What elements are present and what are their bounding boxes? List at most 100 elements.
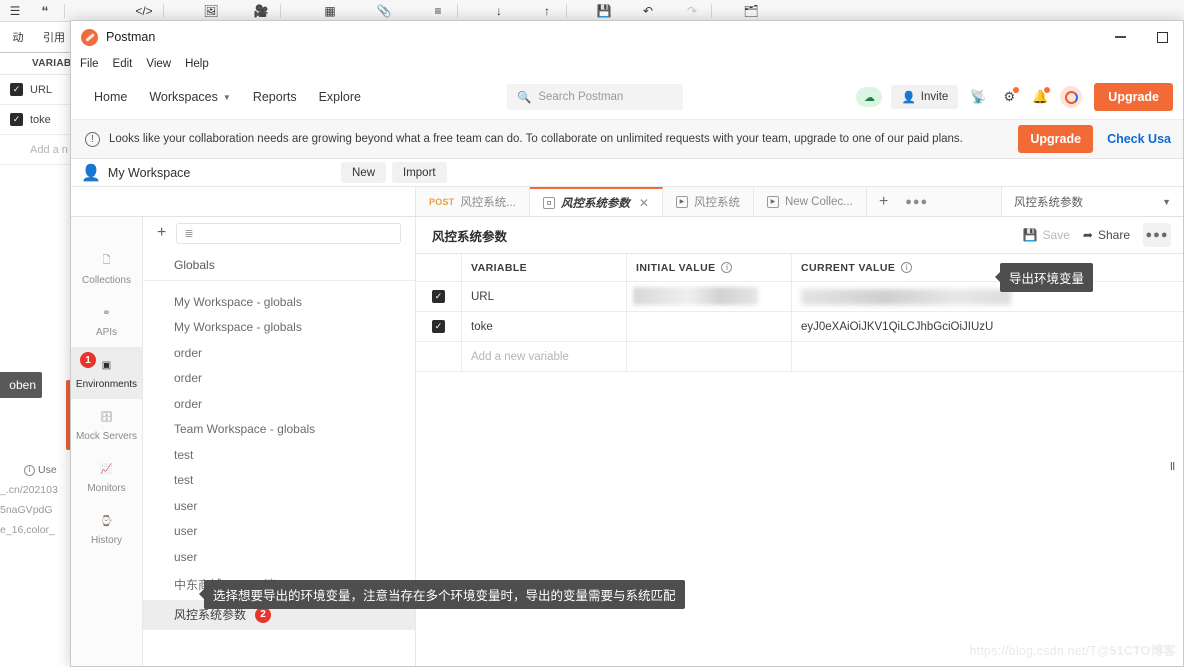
workspace-bar: 👤 My Workspace New Import: [71, 159, 1183, 187]
list-item[interactable]: user: [143, 493, 415, 519]
check-usage-link[interactable]: Check Usa: [1107, 132, 1171, 146]
sidebar-item-collections[interactable]: 🗋 Collections: [71, 243, 142, 295]
cloud-sync-icon[interactable]: ☁: [856, 87, 883, 107]
menu-edit[interactable]: Edit: [113, 58, 133, 70]
environment-name: test: [174, 447, 194, 462]
cell-initial-value[interactable]: [626, 312, 791, 341]
tab-collection-fengkong[interactable]: ▶ 风控系统: [662, 187, 754, 216]
cell-add-variable[interactable]: Add a new variable: [461, 342, 626, 371]
add-environment-icon[interactable]: +: [157, 224, 166, 242]
environment-selector[interactable]: 风控系统参数 ▼: [1001, 187, 1183, 216]
menu-file[interactable]: File: [80, 58, 99, 70]
search-input[interactable]: 🔍 Search Postman: [506, 84, 683, 110]
save-icon: 💾: [1022, 228, 1038, 242]
globals-row[interactable]: Globals: [143, 249, 415, 281]
checkbox-checked-icon[interactable]: ✓: [10, 113, 23, 126]
nav-reports[interactable]: Reports: [242, 90, 308, 104]
cell-initial-value[interactable]: http://1 .24:9501: [626, 282, 791, 311]
quote-icon[interactable]: “: [30, 1, 60, 21]
table-add-row[interactable]: Add a new variable: [416, 342, 1183, 372]
tab-label: 风控系统...: [460, 196, 516, 209]
new-button[interactable]: New: [341, 162, 387, 183]
list-icon[interactable]: ☰: [0, 1, 30, 21]
cell-current-value[interactable]: [791, 282, 1183, 311]
sidebar-item-mock-servers[interactable]: 🗄 Mock Servers: [71, 399, 142, 451]
code-icon[interactable]: </>: [129, 1, 159, 21]
list-item[interactable]: Team Workspace - globals: [143, 417, 415, 443]
list-item[interactable]: user: [143, 544, 415, 570]
close-icon[interactable]: ✕: [639, 196, 649, 210]
persist-all-label[interactable]: ll: [1170, 461, 1175, 473]
cell-initial-value[interactable]: [626, 342, 791, 371]
upgrade-button[interactable]: Upgrade: [1094, 83, 1173, 111]
cell-variable[interactable]: toke: [461, 312, 626, 341]
info-circle-icon[interactable]: i: [721, 262, 733, 273]
monitors-icon: 📈: [100, 464, 113, 475]
download-icon[interactable]: ↓: [484, 1, 514, 21]
tab-collection-new[interactable]: ▶ New Collec...: [753, 187, 867, 216]
attachment-icon[interactable]: 📎: [369, 1, 399, 21]
add-tab-icon[interactable]: +: [867, 187, 901, 216]
background-variable-name: URL: [30, 83, 53, 96]
more-options-icon[interactable]: ●●●: [1143, 223, 1171, 247]
filter-input[interactable]: ≣: [176, 222, 401, 244]
list-item[interactable]: order: [143, 340, 415, 366]
table-row[interactable]: ✓ toke eyJ0eXAiOiJKV1QiLCJhbGciOiJIUzU: [416, 312, 1183, 342]
list-item[interactable]: order: [143, 366, 415, 392]
nav-home[interactable]: Home: [83, 90, 138, 104]
environment-name: order: [174, 345, 203, 360]
tab-request-fengkong[interactable]: POST 风控系统...: [416, 187, 530, 216]
chevron-down-icon: ▼: [222, 92, 231, 102]
list-item[interactable]: test: [143, 442, 415, 468]
avatar[interactable]: [1060, 86, 1083, 108]
sidebar-item-label: Mock Servers: [75, 430, 138, 442]
tabs-more-icon[interactable]: ●●●: [901, 187, 933, 216]
split-icon[interactable]: 🗂: [736, 1, 766, 21]
list-item[interactable]: My Workspace - globals: [143, 315, 415, 341]
import-button[interactable]: Import: [392, 162, 447, 183]
video-icon[interactable]: 🎥: [246, 1, 276, 21]
menu-help[interactable]: Help: [185, 58, 209, 70]
cell-variable[interactable]: URL: [461, 282, 626, 311]
save-icon[interactable]: 💾: [589, 1, 619, 21]
bell-icon[interactable]: 🔔: [1029, 86, 1051, 108]
checkbox-checked-icon[interactable]: ✓: [432, 290, 445, 303]
list-item[interactable]: test: [143, 468, 415, 494]
image-icon[interactable]: 🖼: [196, 1, 226, 21]
redo-icon[interactable]: ↷: [677, 1, 707, 21]
minimize-button[interactable]: [1099, 21, 1141, 53]
workspace-selector[interactable]: 👤 My Workspace: [81, 163, 341, 183]
nav-workspaces[interactable]: Workspaces ▼: [138, 90, 241, 104]
sidebar-item-history[interactable]: ⌚ History: [71, 503, 142, 555]
list-item[interactable]: order: [143, 391, 415, 417]
background-add-variable-row[interactable]: Add a n: [0, 135, 72, 165]
undo-icon[interactable]: ↶: [633, 1, 663, 21]
banner-upgrade-button[interactable]: Upgrade: [1018, 125, 1094, 153]
info-circle-icon[interactable]: i: [901, 262, 913, 273]
checkbox-checked-icon[interactable]: ✓: [10, 83, 23, 96]
sidebar-item-monitors[interactable]: 📈 Monitors: [71, 451, 142, 503]
sidebar-item-environments[interactable]: 1 ▣ Environments: [71, 347, 142, 399]
share-button[interactable]: ➦ Share: [1083, 228, 1130, 242]
invite-button[interactable]: 👤 Invite: [891, 85, 959, 109]
list-item[interactable]: user: [143, 519, 415, 545]
align-icon[interactable]: ≡: [423, 1, 453, 21]
satellite-icon[interactable]: 📡: [967, 86, 989, 108]
list-item[interactable]: My Workspace - globals: [143, 289, 415, 315]
checkbox-checked-icon[interactable]: ✓: [432, 320, 445, 333]
nav-explore[interactable]: Explore: [308, 90, 372, 104]
cell-current-value[interactable]: eyJ0eXAiOiJKV1QiLCJhbGciOiJIUzU: [791, 312, 1183, 341]
menu-view[interactable]: View: [146, 58, 171, 70]
table-icon[interactable]: ▦: [315, 1, 345, 21]
tab-environment-fengkong-params[interactable]: 风控系统参数 ✕: [529, 187, 663, 216]
gear-icon[interactable]: ⚙: [998, 86, 1020, 108]
environment-name: order: [174, 371, 203, 386]
cell-current-value[interactable]: [791, 342, 1183, 371]
redaction-overlay: [801, 288, 1011, 305]
maximize-button[interactable]: [1141, 21, 1183, 53]
collections-icon: 🗋: [102, 255, 111, 266]
background-footer-line: e_16,color_: [0, 524, 55, 536]
upload-icon[interactable]: ↑: [532, 1, 562, 21]
sidebar-item-apis[interactable]: ⚭ APIs: [71, 295, 142, 347]
save-button[interactable]: 💾 Save: [1023, 228, 1070, 242]
